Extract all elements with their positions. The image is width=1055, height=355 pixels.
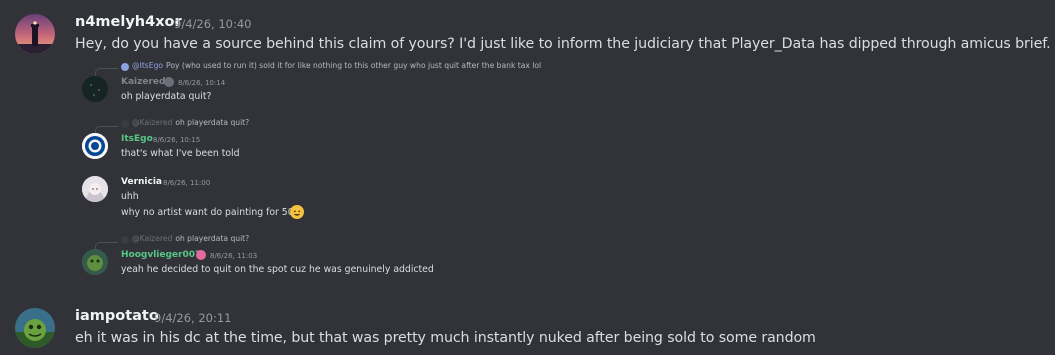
message-content: that's what I've been told	[121, 148, 240, 159]
message-content: oh playerdata quit?	[121, 91, 212, 102]
reply-preview[interactable]: @ItsEgo Poy (who used to run it) sold it …	[132, 61, 541, 70]
reply-preview[interactable]: @Kaizered oh playerdata quit?	[132, 234, 249, 243]
attachment-image[interactable]: @ItsEgo Poy (who used to run it) sold it …	[75, 58, 595, 280]
message-content: why no artist want do painting for 50k	[121, 207, 300, 218]
message: n4melyh4xor 9/4/26, 10:40 Hey, do you ha…	[0, 0, 1055, 290]
avatar[interactable]	[15, 308, 55, 348]
avatar[interactable]	[82, 133, 108, 159]
timestamp: 8/6/26, 11:03	[210, 252, 258, 260]
message: iampotato 9/4/26, 20:11 eh it was in his…	[0, 295, 1055, 355]
reply-username[interactable]: @ItsEgo	[132, 61, 163, 70]
timestamp: 9/4/26, 20:11	[154, 311, 232, 325]
username[interactable]: Vernicia	[121, 177, 162, 187]
username[interactable]: Hoogvlieger007	[121, 250, 201, 260]
timestamp: 8/6/26, 11:00	[163, 179, 211, 187]
timestamp: 9/4/26, 10:40	[174, 17, 252, 31]
avatar[interactable]	[82, 249, 108, 275]
message-content: uhh	[121, 191, 139, 202]
avatar[interactable]	[15, 14, 55, 54]
username[interactable]: Kaizered	[121, 77, 165, 87]
reply-preview[interactable]: @Kaizered oh playerdata quit?	[132, 118, 249, 127]
message-content: eh it was in his dc at the time, but tha…	[75, 330, 816, 346]
timestamp: 8/6/26, 10:15	[153, 136, 201, 144]
avatar[interactable]	[82, 76, 108, 102]
reply-username[interactable]: @Kaizered	[132, 234, 172, 243]
reply-avatar	[121, 120, 129, 128]
badge-icon	[196, 250, 206, 260]
reply-text: oh playerdata quit?	[175, 234, 250, 243]
reply-text: Poy (who used to run it) sold it for lik…	[166, 61, 542, 70]
reply-text: oh playerdata quit?	[175, 118, 250, 127]
reply-avatar	[121, 63, 129, 71]
username[interactable]: ItsEgo	[121, 134, 153, 144]
message-content: Hey, do you have a source behind this cl…	[75, 36, 1051, 52]
grinning-emoji-icon	[290, 205, 304, 219]
username[interactable]: n4melyh4xor	[75, 14, 182, 30]
username[interactable]: iampotato	[75, 308, 159, 324]
reply-avatar	[121, 236, 129, 244]
role-icon	[164, 77, 174, 87]
message-content: yeah he decided to quit on the spot cuz …	[121, 264, 434, 275]
timestamp: 8/6/26, 10:14	[178, 79, 226, 87]
avatar[interactable]	[82, 176, 108, 202]
reply-username[interactable]: @Kaizered	[132, 118, 172, 127]
